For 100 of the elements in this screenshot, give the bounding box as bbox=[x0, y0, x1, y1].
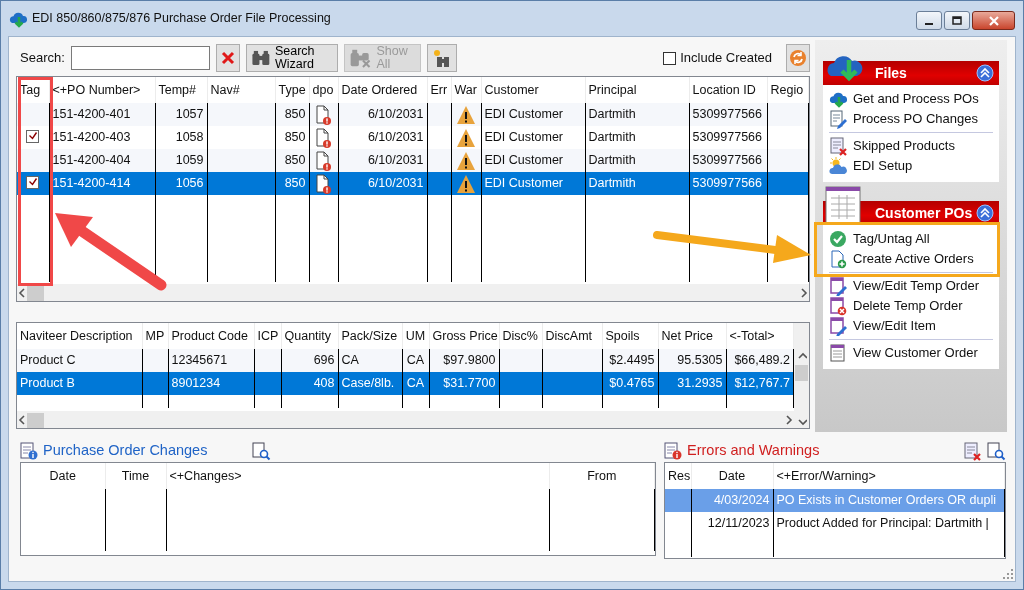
sidebar-item[interactable]: View Customer Order bbox=[829, 343, 978, 363]
scroll-down-icon[interactable] bbox=[796, 416, 807, 428]
column-header[interactable]: ICP bbox=[257, 328, 279, 343]
column-header[interactable]: DiscAmt bbox=[545, 328, 593, 343]
column-header[interactable]: MP bbox=[145, 328, 165, 343]
table-cell: 408 bbox=[281, 372, 338, 395]
changes-link[interactable]: Purchase Order Changes bbox=[43, 440, 208, 462]
table-cell: $97.9800 bbox=[429, 349, 499, 372]
column-header[interactable]: dpo bbox=[312, 82, 334, 97]
search-field[interactable] bbox=[70, 46, 210, 70]
warning-icon bbox=[456, 150, 476, 171]
table-cell: 5309977566 bbox=[689, 149, 767, 172]
sidebar-item[interactable]: EDI Setup bbox=[829, 156, 913, 176]
column-header[interactable]: Pack/Size bbox=[341, 328, 398, 343]
column-header[interactable]: Res bbox=[668, 468, 691, 483]
column-header[interactable]: Naviteer Description bbox=[20, 328, 133, 343]
sidebar-item[interactable]: Tag/Untag All bbox=[829, 229, 930, 249]
column-header[interactable]: Regio bbox=[770, 82, 804, 97]
close-button[interactable] bbox=[972, 11, 1015, 30]
minimize-button[interactable] bbox=[916, 11, 942, 30]
column-header[interactable]: Err bbox=[430, 82, 448, 97]
search-wizard-button[interactable]: Search Wizard bbox=[245, 44, 338, 72]
column-header[interactable]: Type bbox=[278, 82, 306, 97]
table-cell: Dartmith bbox=[585, 149, 689, 172]
column-header[interactable]: Date bbox=[49, 468, 76, 483]
table-cell: EDI Customer bbox=[481, 149, 585, 172]
column-header[interactable]: Principal bbox=[588, 82, 637, 97]
column-header[interactable]: Spoils bbox=[605, 328, 640, 343]
column-header[interactable]: From bbox=[587, 468, 617, 483]
table-cell: Dartmith bbox=[585, 103, 689, 126]
errors-link[interactable]: Errors and Warnings bbox=[687, 440, 820, 462]
column-header[interactable]: Temp# bbox=[158, 82, 197, 97]
table-cell: CA bbox=[338, 349, 402, 372]
sidebar-item[interactable]: Process PO Changes bbox=[829, 109, 978, 129]
clear-search-button[interactable] bbox=[215, 44, 240, 72]
table-cell: 850 bbox=[275, 103, 309, 126]
scroll-thumb[interactable] bbox=[795, 365, 808, 381]
document-x-icon bbox=[829, 136, 848, 156]
horizontal-scrollbar[interactable] bbox=[17, 411, 794, 428]
table-cell: 6/10/2031 bbox=[338, 172, 427, 195]
collapse-button[interactable] bbox=[976, 204, 994, 222]
column-header[interactable]: <+PO Number> bbox=[52, 82, 141, 97]
sidebar-item[interactable]: View/Edit Temp Order bbox=[829, 276, 979, 296]
column-header[interactable]: UM bbox=[405, 328, 426, 343]
column-header[interactable]: Net Price bbox=[661, 328, 713, 343]
column-header[interactable]: Date Ordered bbox=[341, 82, 418, 97]
scroll-left-icon[interactable] bbox=[17, 414, 27, 426]
table-cell: PO Exists in Customer Orders OR dupli bbox=[773, 489, 1005, 512]
document-search-icon[interactable] bbox=[987, 441, 1006, 461]
sidebar-item[interactable]: Create Active Orders bbox=[829, 249, 974, 269]
tag-checkbox[interactable] bbox=[26, 129, 40, 143]
column-header[interactable]: Gross Price bbox=[432, 328, 498, 343]
document-x-icon[interactable] bbox=[963, 441, 982, 461]
table-cell: 5309977566 bbox=[689, 172, 767, 195]
collapse-button[interactable] bbox=[976, 64, 994, 82]
column-header[interactable]: Time bbox=[121, 468, 150, 483]
resize-grip-icon[interactable] bbox=[1003, 569, 1013, 579]
table-cell: Product Added for Principal: Dartmith | bbox=[773, 512, 1005, 535]
sidebar-item[interactable]: Delete Temp Order bbox=[829, 296, 963, 316]
warning-icon bbox=[456, 104, 476, 125]
column-header[interactable]: <-Total> bbox=[729, 328, 775, 343]
sidebar-item[interactable]: View/Edit Item bbox=[829, 316, 936, 336]
form-x-icon bbox=[829, 296, 848, 316]
document-search-icon[interactable] bbox=[252, 441, 272, 461]
close-icon bbox=[988, 15, 999, 26]
table-cell: 95.5305 bbox=[658, 349, 726, 372]
column-header[interactable]: <+Changes> bbox=[169, 468, 242, 483]
column-header[interactable]: Location ID bbox=[692, 82, 756, 97]
column-header[interactable]: Quantity bbox=[284, 328, 332, 343]
column-header[interactable]: Customer bbox=[484, 82, 539, 97]
include-created-checkbox[interactable]: Include Created bbox=[663, 48, 772, 68]
scroll-left-icon[interactable] bbox=[17, 287, 27, 299]
horizontal-scrollbar[interactable] bbox=[17, 284, 809, 301]
scroll-thumb[interactable] bbox=[27, 412, 44, 428]
table-cell: Product C bbox=[17, 349, 142, 372]
vertical-scrollbar[interactable] bbox=[794, 323, 809, 428]
column-header[interactable]: Disc% bbox=[502, 328, 538, 343]
table-cell: 850 bbox=[275, 172, 309, 195]
column-header[interactable]: <+Error/Warning> bbox=[776, 468, 876, 483]
sidebar-item[interactable]: Get and Process POs bbox=[829, 89, 979, 109]
search-label: Search: bbox=[20, 49, 65, 68]
scroll-right-icon[interactable] bbox=[799, 287, 809, 299]
document-alert-icon bbox=[315, 173, 332, 194]
table-cell: 1059 bbox=[155, 149, 207, 172]
clear-icon bbox=[220, 51, 235, 65]
column-header[interactable]: War bbox=[454, 82, 477, 97]
maximize-button[interactable] bbox=[944, 11, 970, 30]
column-header[interactable]: Tag bbox=[20, 82, 41, 97]
column-header[interactable]: Date bbox=[718, 468, 746, 483]
table-cell: 1057 bbox=[155, 103, 207, 126]
group-title: Customer POs bbox=[875, 203, 973, 223]
table-cell: 12345671 bbox=[168, 349, 254, 372]
find-button[interactable] bbox=[426, 44, 457, 72]
sidebar-item[interactable]: Skipped Products bbox=[829, 136, 955, 156]
column-header[interactable]: Product Code bbox=[171, 328, 248, 343]
refresh-button[interactable] bbox=[786, 44, 810, 72]
tag-checkbox[interactable] bbox=[26, 175, 40, 189]
check-circle-icon bbox=[829, 229, 848, 249]
column-header[interactable]: Nav# bbox=[210, 82, 240, 97]
scroll-right-icon[interactable] bbox=[784, 414, 794, 426]
